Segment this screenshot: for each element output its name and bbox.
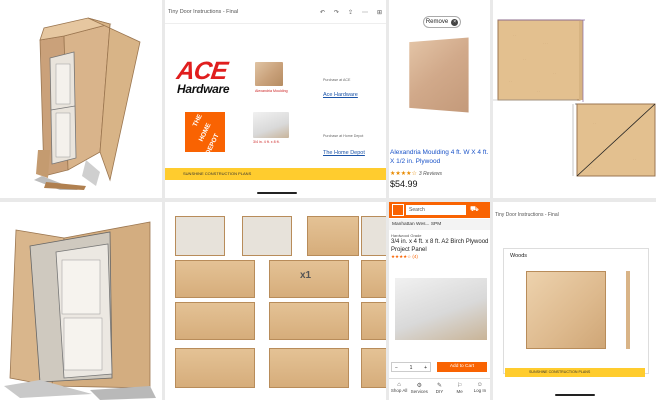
brand-label: Hardwood Grade [391, 233, 422, 238]
cut-panel [269, 302, 349, 340]
cut-panel [307, 216, 359, 256]
svg-text:· ·: · · [553, 71, 556, 75]
svg-text:· ·: · · [537, 89, 540, 93]
quantity-stepper[interactable]: − 1 + [391, 362, 431, 372]
pdf-title: Tiny Door Instructions - Final [168, 8, 239, 15]
quantity-multiplier: x1 [300, 270, 312, 281]
ace-product-thumbnail[interactable] [255, 62, 283, 86]
rating-stars[interactable]: ★★★★☆ (4) [391, 254, 418, 260]
svg-text:· · ·: · · · [623, 129, 628, 133]
cut-panel [175, 302, 255, 340]
svg-text:· ·: · · [523, 57, 526, 61]
cut-panel [361, 260, 386, 298]
close-icon: × [451, 18, 459, 26]
ace-item-note: Alexandria Moulding [255, 89, 288, 93]
cut-panel [242, 216, 292, 256]
home-depot-caption: Purchase at Home Depot [323, 134, 364, 138]
tab-services[interactable]: ⚙ Services [409, 382, 429, 394]
product-title: 3/4 in. x 4 ft. x 8 ft. A2 Birch Plywood… [391, 239, 489, 253]
plywood-product-image[interactable] [409, 37, 469, 113]
tab-shop-all[interactable]: ⌂ Shop All [389, 382, 409, 393]
card-label: Woods [510, 253, 528, 259]
home-indicator [555, 394, 595, 396]
cut-panel [175, 260, 255, 298]
cut-panel [175, 216, 225, 256]
amazon-product-tile: Remove × Alexandria Moulding 4 ft. W X 4… [389, 0, 490, 198]
rating-stars: ★★★★☆ 3 Reviews [390, 171, 442, 177]
door-render-side-tile [0, 202, 162, 400]
plywood-drawing-tile: · · · · · · · · · · · · · · · · · · · · · · · · [493, 0, 656, 198]
svg-text:· ·: · · [593, 121, 596, 125]
tab-diy[interactable]: ✎ DIY [429, 382, 449, 394]
door-3d-render-side [4, 221, 156, 400]
pdf-title: Tiny Door Instructions - Final [495, 212, 559, 218]
cut-panel [361, 348, 386, 388]
ace-hardware-link[interactable]: Ace Hardware [323, 92, 358, 98]
door-render-front-tile [0, 0, 162, 198]
cut-list-tile: x1 [165, 202, 386, 400]
bottom-tab-bar: ⌂ Shop All ⚙ Services ✎ DIY ⚐ Me ☺ Log In [389, 378, 490, 400]
plywood-sheet-image [526, 271, 606, 349]
home-depot-logo[interactable] [392, 204, 404, 216]
svg-text:· ·: · · [603, 147, 606, 151]
home-indicator [257, 192, 297, 194]
cut-panel [269, 348, 349, 388]
home-depot-link[interactable]: The Home Depot [323, 150, 365, 156]
woods-card: Woods [503, 248, 649, 374]
svg-text:· · ·: · · · [543, 41, 548, 45]
grid-icon[interactable]: ⊞ [377, 9, 382, 16]
home-depot-item-note: 3/4 in. 4 ft. x 8 ft. [253, 140, 280, 144]
remove-button[interactable]: Remove × [423, 16, 461, 28]
search-input[interactable]: Search [406, 205, 466, 215]
tab-me[interactable]: ⚐ Me [450, 382, 470, 394]
svg-text:· ·: · · [509, 79, 512, 83]
product-image[interactable] [395, 278, 487, 340]
tab-log-in[interactable]: ☺ Log In [470, 382, 490, 393]
add-to-cart-button[interactable]: Add to Cart [437, 362, 487, 372]
cart-icon[interactable]: ⛟ [470, 205, 479, 214]
svg-text:· ·: · · [589, 165, 592, 169]
ace-caption: Purchase at ACE [323, 78, 351, 82]
store-selector[interactable]: Manhattan Wes... SPM [389, 219, 490, 230]
ace-hardware-logo: ACE Hardware [175, 57, 230, 96]
share-icon[interactable]: ⇪ [348, 9, 353, 16]
cut-panel [175, 348, 255, 388]
price: $54.99 [390, 179, 418, 189]
home-depot-header: Search ⛟ [389, 202, 490, 218]
pdf-footer-bar: SUNSHINE CONSTRUCTION PLANS [165, 168, 386, 180]
more-icon[interactable]: ⋯ [362, 9, 368, 16]
undo-icon[interactable]: ↶ [320, 9, 325, 16]
home-depot-mobile-tile: Search ⛟ Manhattan Wes... SPM Hardwood G… [389, 202, 490, 400]
door-3d-render [34, 17, 141, 190]
plywood-edge-image [626, 271, 630, 349]
woods-page-tile: Tiny Door Instructions - Final Woods SUN… [493, 202, 656, 400]
pdf-toolbar: Tiny Door Instructions - Final ↶ ↷ ⇪ ⋯ ⊞ [165, 0, 386, 24]
product-title[interactable]: Alexandria Moulding 4 ft. W X 4 ft. X 1/… [390, 148, 490, 166]
home-depot-logo: THE HOME DEPOT [185, 112, 225, 155]
cut-panel [361, 302, 386, 340]
plywood-cut-drawing: · · · · · · · · · · · · · · · · · · · · · · · · [493, 19, 656, 177]
pdf-footer-bar: SUNSHINE CONSTRUCTION PLANS [505, 368, 645, 377]
svg-text:· ·: · · [633, 157, 636, 161]
pdf-viewer-tile: Tiny Door Instructions - Final ↶ ↷ ⇪ ⋯ ⊞… [165, 0, 386, 198]
cut-panel [361, 216, 386, 256]
home-depot-product-thumbnail[interactable] [253, 112, 289, 138]
redo-icon[interactable]: ↷ [334, 9, 339, 16]
svg-text:· ·: · · [513, 33, 516, 37]
